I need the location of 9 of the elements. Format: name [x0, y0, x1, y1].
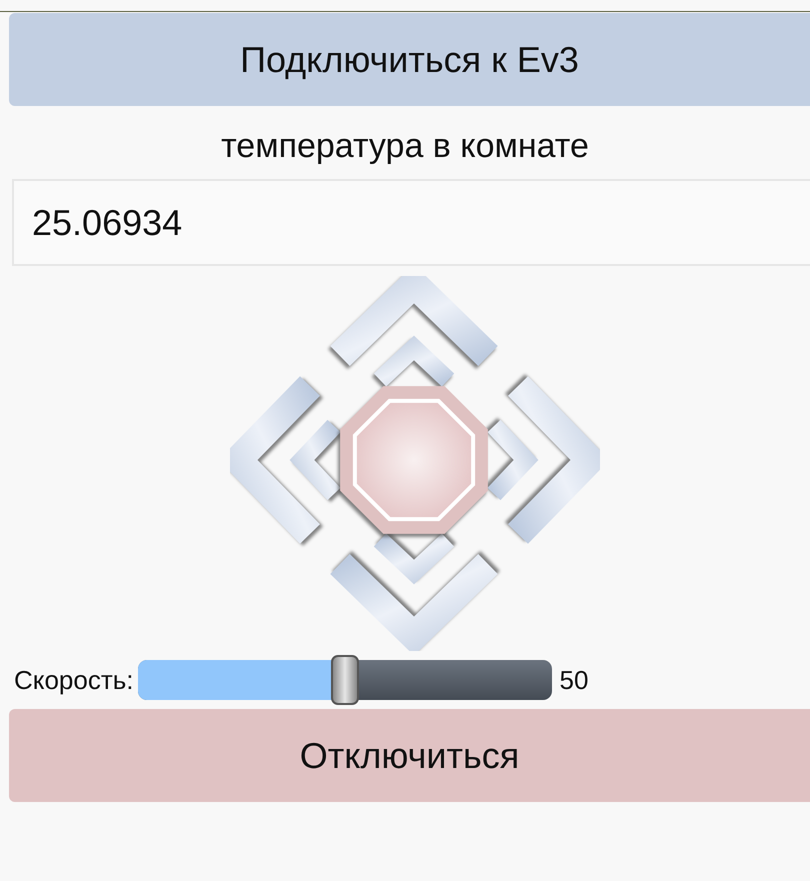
speed-label: Скорость: — [14, 664, 134, 696]
connect-button[interactable]: Подключиться к Ev3 — [9, 13, 810, 106]
speed-value: 50 — [560, 664, 588, 696]
speed-slider[interactable] — [138, 655, 552, 705]
slider-thumb[interactable] — [330, 655, 359, 705]
temperature-label: температура в комнате — [220, 126, 590, 166]
disconnect-button[interactable]: Отключиться — [9, 709, 810, 802]
stop-button[interactable] — [340, 386, 488, 534]
temperature-field[interactable]: 25.06934 — [12, 179, 810, 266]
